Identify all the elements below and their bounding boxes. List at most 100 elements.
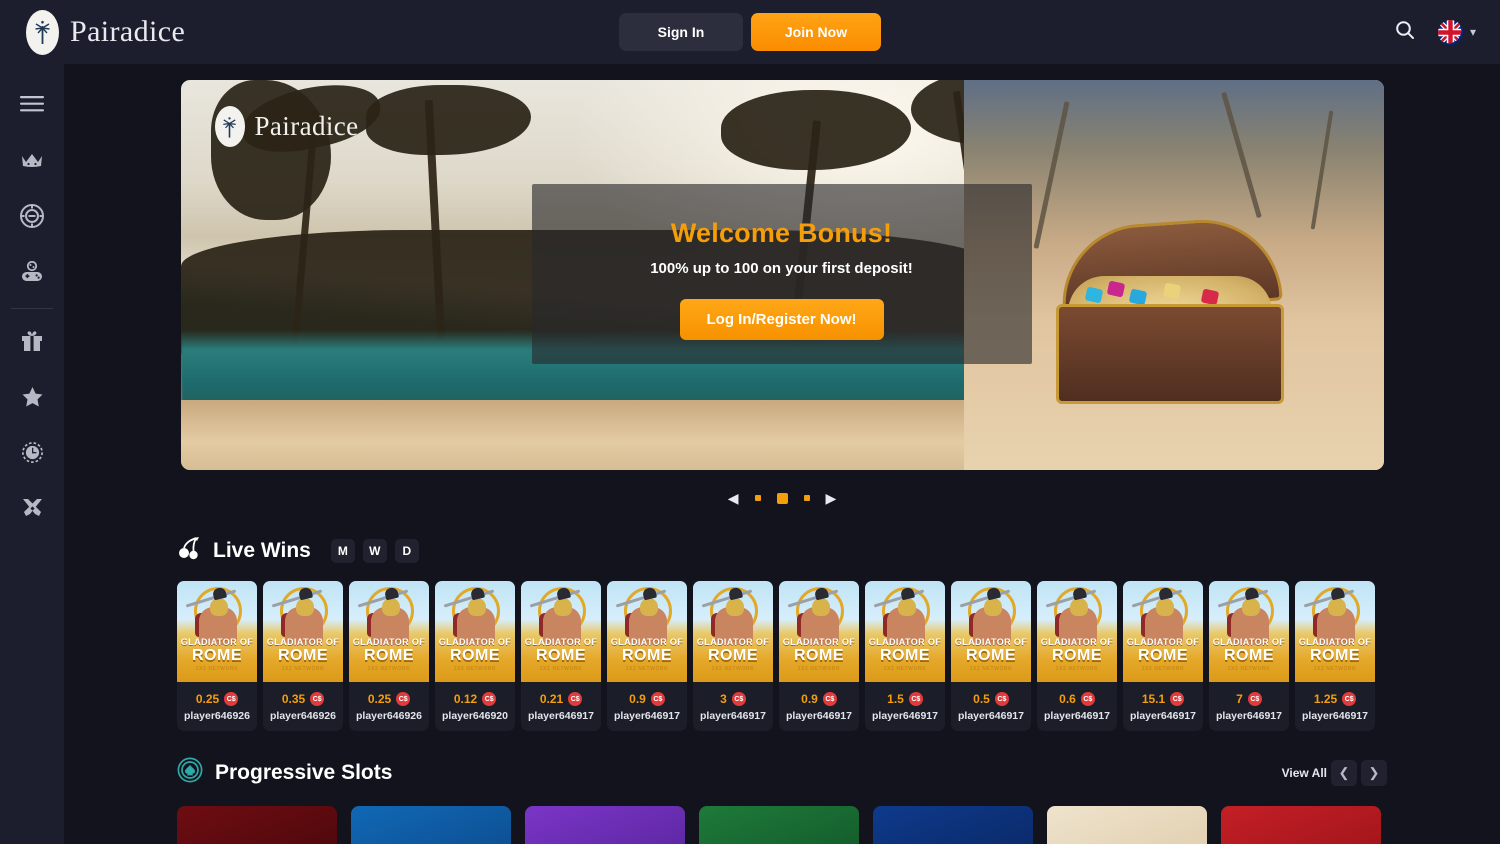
win-amount: 0.25 <box>367 692 392 706</box>
currency-badge: C$ <box>310 692 325 706</box>
live-wins-row: GLADIATOR OF ROME 1X2 NETWORK 0.25 C$ player6… <box>177 581 1387 731</box>
win-player-name: player646926 <box>184 710 250 722</box>
filter-month[interactable]: M <box>330 538 355 563</box>
progressive-slots-header: Progressive Slots View All ❮ ❯ <box>177 757 1500 788</box>
live-win-card[interactable]: GLADIATOR OF ROME 1X2 NETWORK 15.1 C$ player6… <box>1123 581 1203 731</box>
login-register-button[interactable]: Log In/Register Now! <box>679 299 884 340</box>
palm-tree-logo-icon <box>26 9 59 55</box>
slot-tile[interactable] <box>351 806 511 844</box>
live-win-card[interactable]: GLADIATOR OF ROME 1X2 NETWORK 0.9 C$ player64… <box>779 581 859 731</box>
slot-tile[interactable] <box>1221 806 1381 844</box>
win-amount-row: 3 C$ <box>693 682 773 710</box>
win-amount-row: 0.9 C$ <box>607 682 687 710</box>
sidebar-item-favorites[interactable] <box>0 371 64 427</box>
win-amount: 0.35 <box>281 692 306 706</box>
sidebar-item-games[interactable] <box>0 246 64 302</box>
search-icon[interactable] <box>1394 19 1416 46</box>
sidebar-item-promotions[interactable] <box>0 315 64 371</box>
gift-icon <box>21 330 43 357</box>
carousel-dot[interactable] <box>754 495 761 501</box>
win-player-name: player646917 <box>1130 710 1196 722</box>
win-amount-row: 0.9 C$ <box>779 682 859 710</box>
carousel-next-icon[interactable]: ▶ <box>826 491 837 505</box>
currency-badge: C$ <box>822 692 837 706</box>
gamepad-icon <box>20 260 44 288</box>
slots-next-icon[interactable]: ❯ <box>1361 759 1387 786</box>
live-win-card[interactable]: GLADIATOR OF ROME 1X2 NETWORK 0.12 C$ player6… <box>435 581 515 731</box>
promo-banner[interactable]: Pairadice Welcome Bonus! 100% up to 100 … <box>180 80 1384 470</box>
win-amount: 0.6 <box>1059 692 1076 706</box>
currency-badge: C$ <box>994 692 1009 706</box>
brand-name: Pairadice <box>70 15 186 48</box>
win-amount-row: 15.1 C$ <box>1123 682 1203 710</box>
live-win-card[interactable]: GLADIATOR OF ROME 1X2 NETWORK 3 C$ player6469… <box>693 581 773 731</box>
main-content: Pairadice Welcome Bonus! 100% up to 100 … <box>64 64 1500 844</box>
win-player-name: player646917 <box>614 710 680 722</box>
promo-subtitle: 100% up to 100 on your first deposit! <box>650 260 913 277</box>
auth-buttons: Sign In Join Now <box>619 13 881 51</box>
slots-prev-icon[interactable]: ❮ <box>1331 759 1357 786</box>
slot-tile[interactable] <box>699 806 859 844</box>
game-thumbnail: GLADIATOR OF ROME 1X2 NETWORK <box>1209 581 1289 682</box>
star-icon <box>21 386 44 413</box>
win-amount: 0.9 <box>629 692 646 706</box>
clock-icon <box>21 441 44 469</box>
sidebar-item-casino[interactable] <box>0 190 64 246</box>
chevron-down-icon: ▾ <box>1469 25 1476 39</box>
carousel-dot[interactable] <box>803 495 810 501</box>
currency-badge: C$ <box>224 692 239 706</box>
win-player-name: player646926 <box>270 710 336 722</box>
banner-brand-name: Pairadice <box>254 111 359 141</box>
carousel-prev-icon[interactable]: ◀ <box>728 491 739 505</box>
live-win-card[interactable]: GLADIATOR OF ROME 1X2 NETWORK 0.5 C$ player64… <box>951 581 1031 731</box>
win-amount-row: 0.6 C$ <box>1037 682 1117 710</box>
win-amount: 15.1 <box>1141 692 1166 706</box>
game-thumbnail: GLADIATOR OF ROME 1X2 NETWORK <box>1123 581 1203 682</box>
slot-tile[interactable] <box>525 806 685 844</box>
live-win-card[interactable]: GLADIATOR OF ROME 1X2 NETWORK 0.25 C$ player6… <box>177 581 257 731</box>
slot-tile[interactable] <box>873 806 1033 844</box>
sidebar-item-tournaments[interactable] <box>0 483 64 539</box>
game-thumbnail: GLADIATOR OF ROME 1X2 NETWORK <box>865 581 945 682</box>
win-amount: 0.21 <box>539 692 564 706</box>
carousel-dots <box>754 492 810 504</box>
live-win-card[interactable]: GLADIATOR OF ROME 1X2 NETWORK 0.6 C$ player64… <box>1037 581 1117 731</box>
live-win-card[interactable]: GLADIATOR OF ROME 1X2 NETWORK 7 C$ player6469… <box>1209 581 1289 731</box>
win-player-name: player646917 <box>1302 710 1368 722</box>
top-bar: Pairadice Sign In Join Now ▾ <box>0 0 1500 64</box>
join-now-button[interactable]: Join Now <box>751 13 881 51</box>
slot-tile[interactable] <box>1047 806 1207 844</box>
filter-week[interactable]: W <box>362 538 387 563</box>
live-win-card[interactable]: GLADIATOR OF ROME 1X2 NETWORK 0.25 C$ player6… <box>349 581 429 731</box>
sidebar-item-vip[interactable] <box>0 134 64 190</box>
hamburger-menu-icon <box>20 95 44 118</box>
carousel-dot-active[interactable] <box>776 492 788 504</box>
win-player-name: player646917 <box>1044 710 1110 722</box>
live-win-card[interactable]: GLADIATOR OF ROME 1X2 NETWORK 1.25 C$ player6… <box>1295 581 1375 731</box>
live-win-card[interactable]: GLADIATOR OF ROME 1X2 NETWORK 0.35 C$ player6… <box>263 581 343 731</box>
game-thumbnail: GLADIATOR OF ROME 1X2 NETWORK <box>693 581 773 682</box>
game-thumbnail: GLADIATOR OF ROME 1X2 NETWORK <box>607 581 687 682</box>
progressive-slots-title: Progressive Slots <box>215 760 393 784</box>
view-all-link[interactable]: View All <box>1282 766 1327 780</box>
crossed-swords-icon <box>21 497 44 525</box>
win-amount: 0.25 <box>195 692 220 706</box>
casino-chip-spade-icon <box>177 757 203 788</box>
live-win-card[interactable]: GLADIATOR OF ROME 1X2 NETWORK 0.21 C$ player6… <box>521 581 601 731</box>
currency-badge: C$ <box>1247 692 1262 706</box>
slot-tile[interactable] <box>177 806 337 844</box>
live-win-card[interactable]: GLADIATOR OF ROME 1X2 NETWORK 1.5 C$ player64… <box>865 581 945 731</box>
win-player-name: player646917 <box>700 710 766 722</box>
win-amount: 3 <box>720 692 727 706</box>
sign-in-button[interactable]: Sign In <box>619 13 743 51</box>
win-player-name: player646926 <box>356 710 422 722</box>
sidebar-item-menu[interactable] <box>0 78 64 134</box>
language-selector[interactable]: ▾ <box>1437 19 1476 45</box>
sidebar-item-recent[interactable] <box>0 427 64 483</box>
filter-day[interactable]: D <box>394 538 419 563</box>
currency-badge: C$ <box>731 692 746 706</box>
brand-logo[interactable]: Pairadice <box>26 9 186 55</box>
sidebar-divider <box>11 308 53 309</box>
cherries-icon <box>177 536 201 565</box>
live-win-card[interactable]: GLADIATOR OF ROME 1X2 NETWORK 0.9 C$ player64… <box>607 581 687 731</box>
